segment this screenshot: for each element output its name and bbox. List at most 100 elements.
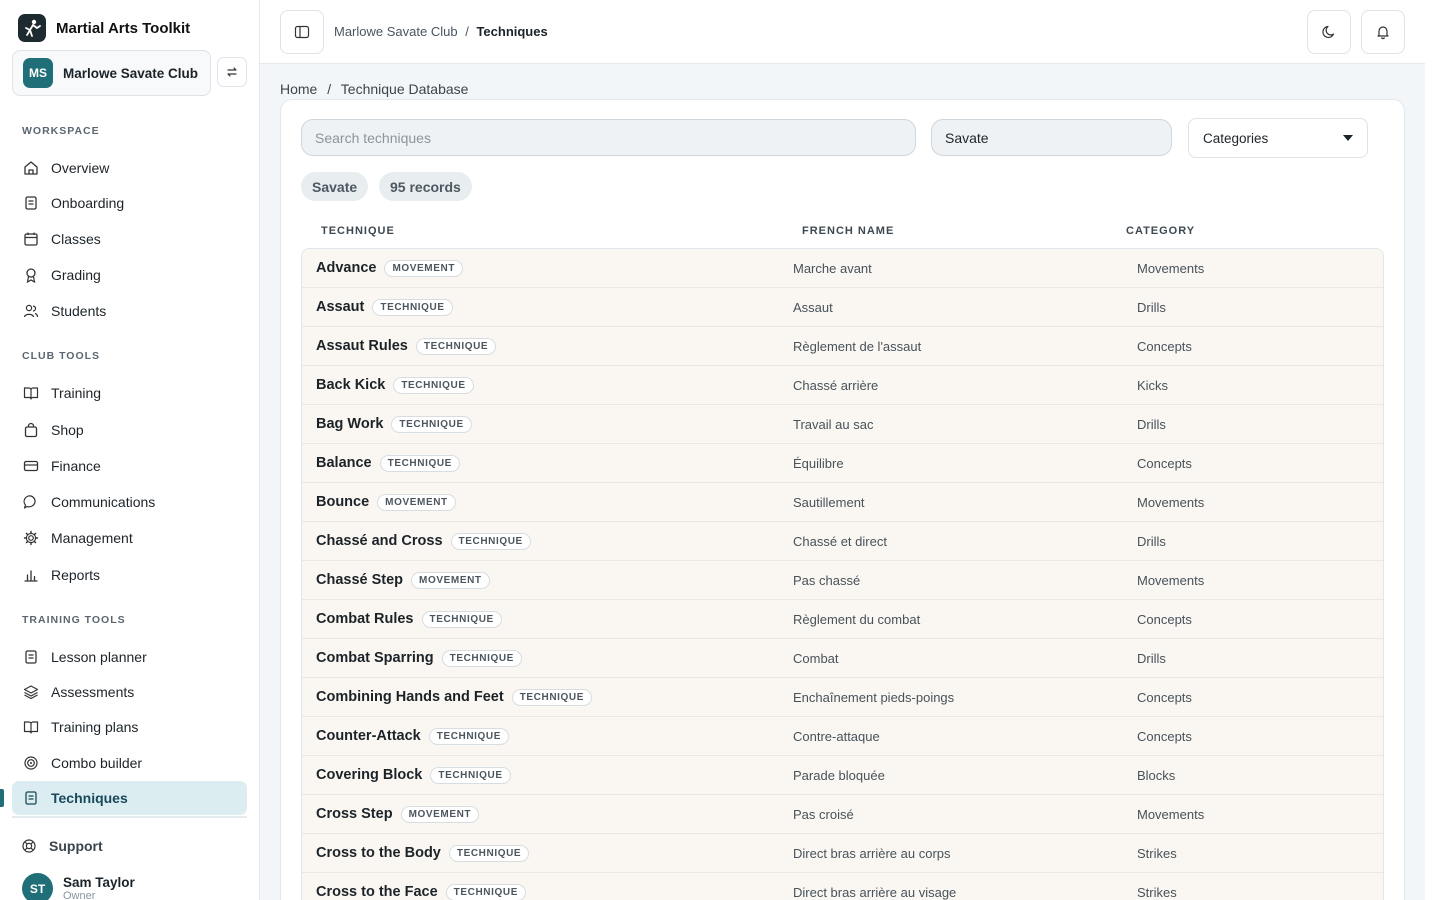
nav-students[interactable]: Students (12, 294, 247, 328)
column-header-french-name[interactable]: FRENCH NAME (802, 225, 894, 237)
category-cell: Movements (1137, 572, 1205, 588)
table-row[interactable]: Chassé Step MOVEMENT Pas chassé Movements (302, 561, 1383, 600)
table-row[interactable]: Cross to the Body TECHNIQUE Direct bras ar… (302, 834, 1383, 873)
table-row[interactable]: Bounce MOVEMENT Sautillement Movements (302, 483, 1383, 522)
nav-label: Combo builder (51, 755, 143, 771)
table-row[interactable]: Balance TECHNIQUE Équilibre Concepts (302, 444, 1383, 483)
nav-lesson-planner[interactable]: Lesson planner (12, 640, 247, 674)
section-label-club-tools: CLUB TOOLS (22, 350, 101, 362)
shopping-bag-icon (24, 422, 38, 438)
technique-name[interactable]: Bounce (316, 494, 369, 510)
table-row[interactable]: Combat Rules TECHNIQUE Règlement du combat… (302, 600, 1383, 639)
nav-communications[interactable]: Communications (12, 485, 247, 519)
table-row[interactable]: Assaut Rules TECHNIQUE Règlement de l'assa… (302, 327, 1383, 366)
technique-cell: Chassé Step MOVEMENT (316, 561, 490, 599)
theme-toggle-button[interactable] (1307, 10, 1351, 54)
technique-name[interactable]: Counter-Attack (316, 728, 421, 744)
app-header[interactable]: Martial Arts Toolkit (18, 14, 190, 42)
technique-name[interactable]: Assaut Rules (316, 338, 408, 354)
nav-shop[interactable]: Shop (12, 413, 247, 447)
categories-dropdown[interactable]: Categories (1188, 118, 1368, 158)
technique-name[interactable]: Balance (316, 455, 372, 471)
nav-training[interactable]: Training (12, 376, 247, 410)
type-tag: MOVEMENT (400, 805, 480, 823)
table-row[interactable]: Bag Work TECHNIQUE Travail au sac Drills (302, 405, 1383, 444)
table-row[interactable]: Back Kick TECHNIQUE Chassé arrière Kicks (302, 366, 1383, 405)
switch-club-button[interactable] (217, 57, 247, 87)
categories-label: Categories (1203, 130, 1269, 146)
user-profile[interactable]: ST Sam Taylor Owner (22, 873, 135, 900)
table-row[interactable]: Advance MOVEMENT Marche avant Movements (302, 249, 1383, 288)
technique-name[interactable]: Back Kick (316, 377, 385, 393)
technique-name[interactable]: Combat Sparring (316, 650, 434, 666)
breadcrumb-page: Techniques (476, 24, 548, 39)
column-header-technique[interactable]: TECHNIQUE (321, 225, 395, 237)
nav-overview[interactable]: Overview (12, 151, 247, 185)
french-name-cell: Règlement du combat (793, 611, 921, 627)
table-row[interactable]: Covering Block TECHNIQUE Parade bloquée Blo… (302, 756, 1383, 795)
nav-techniques[interactable]: Techniques (12, 781, 247, 815)
french-name-cell: Pas chassé (793, 572, 861, 588)
column-header-category[interactable]: CATEGORY (1126, 225, 1195, 237)
technique-name[interactable]: Chassé Step (316, 572, 403, 588)
technique-name[interactable]: Covering Block (316, 767, 422, 783)
technique-name[interactable]: Combining Hands and Feet (316, 689, 504, 705)
book-icon (23, 721, 39, 734)
nav-label: Finance (51, 458, 101, 474)
nav-combo-builder[interactable]: Combo builder (12, 746, 247, 780)
martial-art-filter[interactable]: Savate (931, 119, 1172, 156)
window-edge (1425, 0, 1440, 900)
document-icon (25, 791, 37, 805)
table-row[interactable]: Combining Hands and Feet TECHNIQUE Enchaîn… (302, 678, 1383, 717)
category-cell: Concepts (1137, 338, 1192, 354)
technique-cell: Chassé and Cross TECHNIQUE (316, 522, 531, 560)
table-row[interactable]: Combat Sparring TECHNIQUE Combat Drills (302, 639, 1383, 678)
nav-assessments[interactable]: Assessments (12, 675, 247, 709)
top-breadcrumb: Marlowe Savate Club / Techniques (334, 24, 548, 39)
type-tag: TECHNIQUE (448, 844, 530, 862)
notifications-button[interactable] (1361, 10, 1405, 54)
type-tag: MOVEMENT (384, 259, 464, 277)
type-tag: TECHNIQUE (445, 883, 526, 900)
technique-cell: Cross to the Face TECHNIQUE (316, 873, 526, 900)
nav-training-plans[interactable]: Training plans (12, 710, 247, 744)
technique-name[interactable]: Combat Rules (316, 611, 414, 627)
nav-support[interactable]: Support (10, 829, 245, 863)
table-row[interactable]: Assaut TECHNIQUE Assaut Drills (302, 288, 1383, 327)
technique-cell: Advance MOVEMENT (316, 249, 464, 287)
technique-name[interactable]: Advance (316, 260, 376, 276)
nav-finance[interactable]: Finance (12, 449, 247, 483)
nav-classes[interactable]: Classes (12, 222, 247, 256)
chevron-down-icon (1343, 135, 1353, 141)
nav-onboarding[interactable]: Onboarding (12, 186, 247, 220)
technique-name[interactable]: Cross to the Body (316, 845, 441, 861)
table-row[interactable]: Cross Step MOVEMENT Pas croisé Movements (302, 795, 1383, 834)
nav-label: Assessments (51, 684, 135, 700)
nav-label: Training plans (51, 719, 139, 735)
art-badge: Savate (301, 172, 369, 201)
nav-label: Onboarding (51, 195, 125, 211)
technique-name[interactable]: Cross Step (316, 806, 393, 822)
technique-name[interactable]: Chassé and Cross (316, 533, 443, 549)
french-name-cell: Sautillement (793, 494, 865, 510)
type-tag: MOVEMENT (377, 493, 456, 511)
club-selector[interactable]: MS Marlowe Savate Club (12, 50, 211, 96)
technique-name[interactable]: Bag Work (316, 416, 383, 432)
breadcrumb-home[interactable]: Home (280, 81, 317, 97)
nav-grading[interactable]: Grading (12, 258, 247, 292)
category-cell: Concepts (1137, 728, 1192, 744)
technique-name[interactable]: Cross to the Face (316, 884, 438, 900)
table-row[interactable]: Chassé and Cross TECHNIQUE Chassé et direc… (302, 522, 1383, 561)
nav-label: Support (49, 838, 103, 854)
search-input[interactable] (301, 119, 916, 156)
table-row[interactable]: Counter-Attack TECHNIQUE Contre-attaque Con… (302, 717, 1383, 756)
nav-label: Grading (51, 267, 101, 283)
toggle-sidebar-button[interactable] (280, 10, 324, 54)
table-row[interactable]: Cross to the Face TECHNIQUE Direct bras ar… (302, 873, 1383, 900)
nav-management[interactable]: Management (12, 521, 247, 555)
french-name-cell: Règlement de l'assaut (793, 338, 922, 354)
nav-reports[interactable]: Reports (12, 558, 247, 592)
technique-name[interactable]: Assaut (316, 299, 364, 315)
breadcrumb-club[interactable]: Marlowe Savate Club (334, 24, 458, 39)
records-count-badge: 95 records (379, 172, 472, 201)
